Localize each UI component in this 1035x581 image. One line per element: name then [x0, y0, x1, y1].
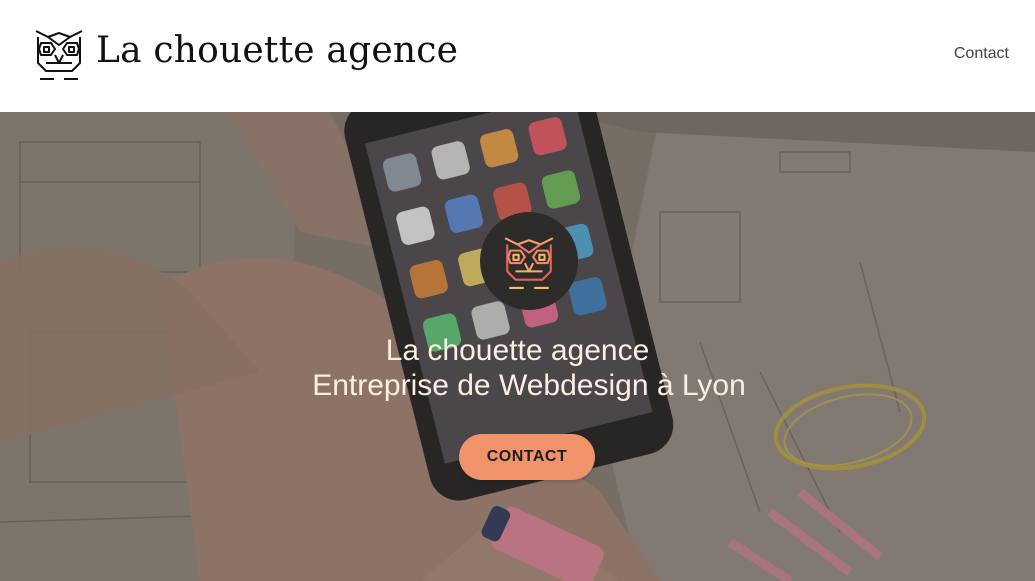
nav-contact-link[interactable]: Contact: [954, 45, 1009, 63]
hero-subtitle: Entreprise de Webdesign à Lyon: [312, 369, 746, 402]
owl-logo-icon: [504, 237, 554, 289]
brand-name: La chouette agence: [96, 30, 459, 71]
logo-link[interactable]: La chouette agence: [32, 22, 458, 84]
hero-badge: [480, 212, 578, 310]
contact-cta-button[interactable]: CONTACT: [459, 434, 595, 480]
site-header: La chouette agence Contact: [0, 0, 1035, 112]
hero-title: La chouette agence: [385, 334, 650, 367]
hero-section: La chouette agence Entreprise de Webdesi…: [0, 112, 1035, 581]
owl-logo-icon: [35, 30, 83, 80]
